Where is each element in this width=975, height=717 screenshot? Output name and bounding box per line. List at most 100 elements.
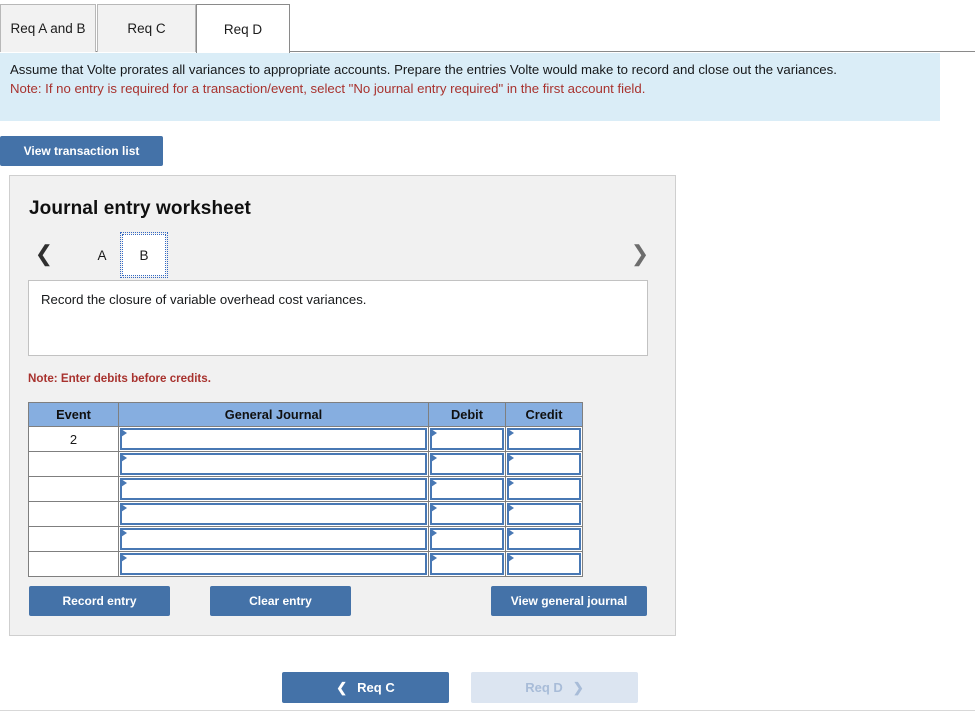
account-select[interactable] bbox=[120, 428, 427, 450]
dropdown-caret-icon bbox=[121, 454, 127, 462]
dropdown-caret-icon bbox=[431, 479, 437, 487]
general-journal-cell bbox=[119, 552, 429, 577]
debit-input[interactable] bbox=[430, 478, 504, 500]
dropdown-caret-icon bbox=[121, 529, 127, 537]
footer-divider bbox=[0, 710, 975, 711]
dropdown-caret-icon bbox=[508, 529, 514, 537]
chevron-left-icon: ❮ bbox=[336, 680, 347, 696]
debit-input[interactable] bbox=[430, 428, 504, 450]
button-label: Req D bbox=[525, 680, 563, 695]
debit-input[interactable] bbox=[430, 528, 504, 550]
account-select[interactable] bbox=[120, 553, 427, 575]
entry-description-box: Record the closure of variable overhead … bbox=[28, 280, 648, 356]
debit-input[interactable] bbox=[430, 553, 504, 575]
general-journal-cell bbox=[119, 527, 429, 552]
debit-cell bbox=[429, 452, 506, 477]
journal-entry-worksheet-panel: Journal entry worksheet ❮ A B ❯ Record t… bbox=[9, 175, 676, 636]
table-row bbox=[29, 502, 583, 527]
dropdown-caret-icon bbox=[508, 454, 514, 462]
dropdown-caret-icon bbox=[508, 504, 514, 512]
credit-input[interactable] bbox=[507, 453, 581, 475]
chevron-right-icon: ❯ bbox=[573, 680, 584, 696]
instruction-text: Assume that Volte prorates all variances… bbox=[10, 62, 910, 79]
dropdown-caret-icon bbox=[431, 454, 437, 462]
dropdown-caret-icon bbox=[121, 554, 127, 562]
credit-input[interactable] bbox=[507, 528, 581, 550]
tab-label: Req D bbox=[224, 22, 262, 37]
event-number-cell bbox=[29, 452, 119, 477]
chevron-right-icon[interactable]: ❯ bbox=[627, 239, 653, 269]
worksheet-title: Journal entry worksheet bbox=[29, 198, 251, 220]
button-label: Req C bbox=[357, 680, 395, 695]
requirement-tab-bar: Req A and B Req C Req D bbox=[0, 0, 975, 52]
event-number-cell: 2 bbox=[29, 427, 119, 452]
table-row bbox=[29, 477, 583, 502]
debit-cell bbox=[429, 427, 506, 452]
button-label: Clear entry bbox=[249, 594, 312, 608]
dropdown-caret-icon bbox=[121, 429, 127, 437]
tab-req-c[interactable]: Req C bbox=[97, 4, 196, 52]
nav-prev-req-c-button[interactable]: ❮ Req C bbox=[282, 672, 449, 703]
credit-input[interactable] bbox=[507, 553, 581, 575]
instruction-note: Note: If no entry is required for a tran… bbox=[10, 81, 928, 98]
button-label: Record entry bbox=[62, 594, 136, 608]
table-row bbox=[29, 452, 583, 477]
account-select[interactable] bbox=[120, 453, 427, 475]
nav-next-req-d-button: Req D ❯ bbox=[471, 672, 638, 703]
general-journal-cell bbox=[119, 477, 429, 502]
dropdown-caret-icon bbox=[431, 429, 437, 437]
tab-label: Req C bbox=[127, 21, 165, 36]
dropdown-caret-icon bbox=[508, 554, 514, 562]
account-select[interactable] bbox=[120, 503, 427, 525]
tab-req-a-and-b[interactable]: Req A and B bbox=[0, 4, 96, 52]
credit-cell bbox=[506, 452, 583, 477]
view-general-journal-button[interactable]: View general journal bbox=[491, 586, 647, 616]
credit-cell bbox=[506, 477, 583, 502]
event-number-cell bbox=[29, 552, 119, 577]
button-label: View general journal bbox=[511, 594, 627, 608]
chevron-left-icon[interactable]: ❮ bbox=[31, 239, 57, 269]
debit-cell bbox=[429, 502, 506, 527]
general-journal-cell bbox=[119, 502, 429, 527]
event-number-cell bbox=[29, 527, 119, 552]
tab-req-d[interactable]: Req D bbox=[196, 4, 290, 53]
column-header-credit: Credit bbox=[506, 403, 583, 427]
dropdown-caret-icon bbox=[508, 479, 514, 487]
table-row bbox=[29, 527, 583, 552]
account-select[interactable] bbox=[120, 478, 427, 500]
pager-page-b[interactable]: B bbox=[122, 234, 166, 276]
entry-description-text: Record the closure of variable overhead … bbox=[41, 292, 366, 307]
general-journal-cell bbox=[119, 452, 429, 477]
debit-cell bbox=[429, 527, 506, 552]
account-select[interactable] bbox=[120, 528, 427, 550]
dropdown-caret-icon bbox=[431, 504, 437, 512]
debits-before-credits-note: Note: Enter debits before credits. bbox=[28, 372, 211, 385]
column-header-debit: Debit bbox=[429, 403, 506, 427]
credit-input[interactable] bbox=[507, 478, 581, 500]
credit-cell bbox=[506, 427, 583, 452]
credit-input[interactable] bbox=[507, 503, 581, 525]
debit-cell bbox=[429, 477, 506, 502]
table-row: 2 bbox=[29, 427, 583, 452]
clear-entry-button[interactable]: Clear entry bbox=[210, 586, 351, 616]
pager-page-label: B bbox=[139, 248, 148, 263]
table-row bbox=[29, 552, 583, 577]
dropdown-caret-icon bbox=[508, 429, 514, 437]
credit-cell bbox=[506, 527, 583, 552]
instruction-panel: Assume that Volte prorates all variances… bbox=[0, 53, 940, 121]
debit-input[interactable] bbox=[430, 503, 504, 525]
dropdown-caret-icon bbox=[121, 504, 127, 512]
credit-input[interactable] bbox=[507, 428, 581, 450]
view-transaction-list-button[interactable]: View transaction list bbox=[0, 136, 163, 166]
table-header-row: Event General Journal Debit Credit bbox=[29, 403, 583, 427]
dropdown-caret-icon bbox=[121, 479, 127, 487]
journal-entry-table: Event General Journal Debit Credit 2 bbox=[28, 402, 583, 577]
pager-page-a[interactable]: A bbox=[80, 234, 124, 276]
button-label: View transaction list bbox=[24, 144, 140, 158]
debit-cell bbox=[429, 552, 506, 577]
record-entry-button[interactable]: Record entry bbox=[29, 586, 170, 616]
general-journal-cell bbox=[119, 427, 429, 452]
debit-input[interactable] bbox=[430, 453, 504, 475]
journal-entry-table-body: 2 bbox=[29, 427, 583, 577]
pager-page-label: A bbox=[97, 248, 106, 263]
